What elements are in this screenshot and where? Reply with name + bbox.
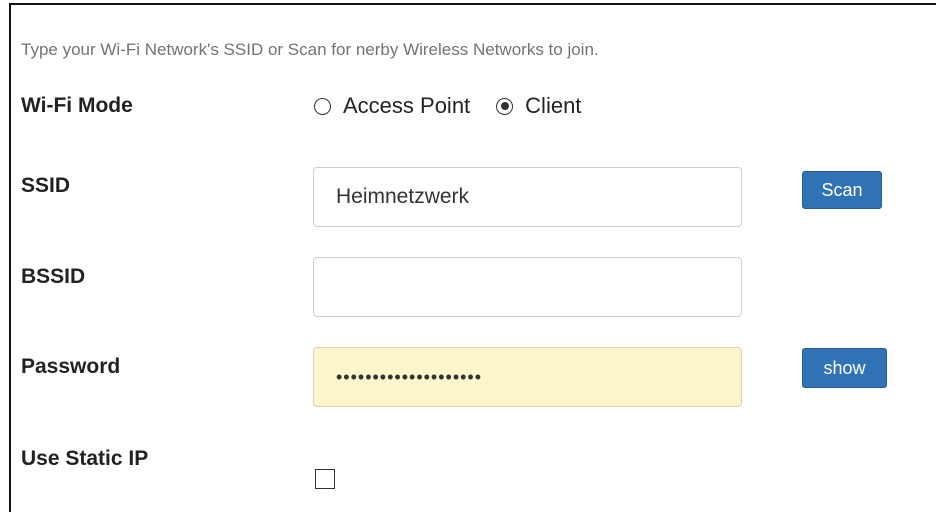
bssid-label: BSSID (21, 265, 86, 288)
radio-unselected-icon[interactable] (314, 97, 331, 115)
radio-client-label: Client (525, 93, 582, 118)
radio-access-point-label: Access Point (343, 93, 471, 118)
password-label: Password (21, 355, 121, 378)
wifi-mode-label: Wi-Fi Mode (21, 94, 133, 117)
show-password-button[interactable]: show (802, 348, 887, 388)
ssid-input[interactable]: Heimnetzwerk (313, 167, 742, 227)
static-ip-checkbox[interactable] (315, 469, 335, 489)
scan-button[interactable]: Scan (802, 171, 882, 209)
help-text: Type your Wi-Fi Network's SSID or Scan f… (21, 40, 599, 59)
ssid-label: SSID (21, 174, 71, 197)
bssid-input[interactable] (313, 257, 742, 317)
radio-access-point[interactable]: Access Point (314, 93, 470, 119)
radio-selected-icon[interactable] (496, 97, 514, 115)
static-ip-label: Use Static IP (21, 447, 149, 470)
radio-client[interactable]: Client (496, 93, 581, 119)
wifi-mode-radio-group: Access Point Client (314, 90, 581, 122)
password-input[interactable]: •••••••••••••••••••• (313, 347, 742, 407)
